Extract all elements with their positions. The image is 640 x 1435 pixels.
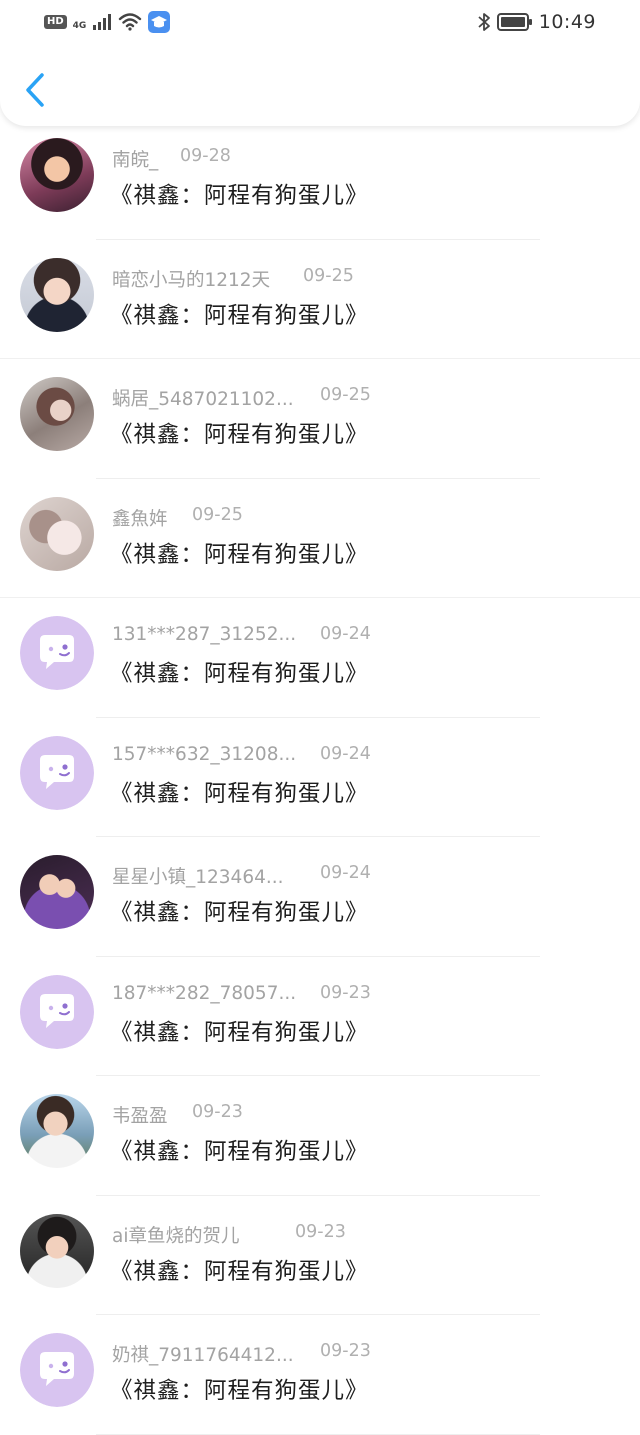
avatar[interactable] [20,257,94,332]
list-item[interactable]: 暗恋小马的1212天 09-25 《祺鑫：阿程有狗蛋儿》 [0,240,640,359]
list-item[interactable]: 南皖_ 09-28 《祺鑫：阿程有狗蛋儿》 [0,120,640,240]
item-meta: 187***282_78057... 09-23 [112,983,382,1009]
row-divider [96,1433,540,1435]
list-item[interactable]: 131***287_31252... 09-24 《祺鑫：阿程有狗蛋儿》 [0,598,640,718]
bluetooth-icon [478,13,490,31]
post-date: 09-24 [320,743,371,764]
post-date: 09-24 [320,863,371,883]
avatar[interactable] [20,855,94,929]
work-title[interactable]: 《祺鑫：阿程有狗蛋儿》 [110,298,369,330]
work-title[interactable]: 《祺鑫：阿程有狗蛋儿》 [110,656,369,688]
hd-badge: HD [44,15,67,29]
avatar[interactable] [20,138,94,212]
post-date: 09-25 [192,504,243,525]
item-meta: 南皖_ 09-28 [112,146,382,172]
work-title[interactable]: 《祺鑫：阿程有狗蛋儿》 [110,537,369,569]
chat-bubble-icon [20,735,94,810]
item-meta: 星星小镇_123464... 09-24 [112,863,382,889]
list-item[interactable]: 奶祺_7911764412... 09-23 《祺鑫：阿程有狗蛋儿》 [0,1315,640,1435]
item-meta: 131***287_31252... 09-24 [112,624,382,650]
chat-bubble-icon [20,1333,94,1407]
item-meta: 蜗居_5487021102... 09-25 [112,385,382,411]
clock-time: 10:49 [538,11,596,33]
user-name[interactable]: 鑫魚姩 [112,505,168,531]
post-date: 09-25 [320,385,371,405]
avatar[interactable] [20,377,94,451]
work-title[interactable]: 《祺鑫：阿程有狗蛋儿》 [110,1015,369,1047]
comment-list: 南皖_ 09-28 《祺鑫：阿程有狗蛋儿》 暗恋小马的1212天 09-25 《祺鑫：阿程… [0,120,640,1435]
item-meta: 157***632_31208... 09-24 [112,744,382,770]
user-name[interactable]: 蜗居_5487021102... [112,385,294,411]
avatar[interactable] [20,1094,94,1168]
item-meta: 韦盈盈 09-23 [112,1102,382,1128]
list-item[interactable]: 韦盈盈 09-23 《祺鑫：阿程有狗蛋儿》 [0,1076,640,1196]
user-name[interactable]: 187***282_78057... [112,983,296,1004]
list-item[interactable]: 鑫魚姩 09-25 《祺鑫：阿程有狗蛋儿》 [0,479,640,598]
status-left: HD 4G [44,11,171,33]
status-bar: HD 4G 10:49 [0,0,640,44]
avatar[interactable] [20,974,94,1049]
user-name[interactable]: 韦盈盈 [112,1102,168,1128]
user-name[interactable]: 131***287_31252... [112,624,296,645]
work-title[interactable]: 《祺鑫：阿程有狗蛋儿》 [110,1254,369,1286]
post-date: 09-23 [320,982,371,1003]
avatar[interactable] [20,1333,94,1407]
item-meta: 奶祺_7911764412... 09-23 [112,1341,382,1367]
avatar[interactable] [20,496,94,571]
work-title[interactable]: 《祺鑫：阿程有狗蛋儿》 [110,417,369,449]
item-meta: ai章鱼烧的贺儿 09-23 [112,1222,382,1248]
user-name[interactable]: 南皖_ [112,146,158,172]
post-date: 09-28 [180,146,231,166]
chevron-left-icon [26,73,44,107]
user-name[interactable]: 暗恋小马的1212天 [112,266,270,292]
chat-bubble-icon [20,616,94,690]
status-right: 10:49 [477,11,596,33]
post-date: 09-23 [192,1102,243,1122]
back-button[interactable] [18,70,52,110]
list-item[interactable]: 187***282_78057... 09-23 《祺鑫：阿程有狗蛋儿》 [0,957,640,1076]
work-title[interactable]: 《祺鑫：阿程有狗蛋儿》 [110,895,369,927]
avatar[interactable] [20,616,94,690]
work-title[interactable]: 《祺鑫：阿程有狗蛋儿》 [110,1373,369,1405]
graduation-cap-icon [148,11,171,33]
network-type-label: 4G [72,21,87,31]
avatar[interactable] [20,1213,94,1288]
item-meta: 鑫魚姩 09-25 [112,505,382,531]
post-date: 09-23 [320,1341,371,1361]
list-item[interactable]: 蜗居_5487021102... 09-25 《祺鑫：阿程有狗蛋儿》 [0,359,640,479]
user-name[interactable]: 奶祺_7911764412... [112,1341,294,1367]
battery-icon [496,13,532,31]
list-item[interactable]: 157***632_31208... 09-24 《祺鑫：阿程有狗蛋儿》 [0,718,640,837]
user-name[interactable]: 157***632_31208... [112,744,296,765]
work-title[interactable]: 《祺鑫：阿程有狗蛋儿》 [110,1134,369,1166]
post-date: 09-25 [303,265,354,286]
list-item[interactable]: 星星小镇_123464... 09-24 《祺鑫：阿程有狗蛋儿》 [0,837,640,957]
post-date: 09-23 [295,1221,346,1242]
work-title[interactable]: 《祺鑫：阿程有狗蛋儿》 [110,178,369,210]
avatar[interactable] [20,735,94,810]
item-meta: 暗恋小马的1212天 09-25 [112,266,382,292]
wifi-icon [119,13,142,31]
post-date: 09-24 [320,624,371,644]
user-name[interactable]: 星星小镇_123464... [112,863,284,889]
user-name[interactable]: ai章鱼烧的贺儿 [112,1222,239,1248]
work-title[interactable]: 《祺鑫：阿程有狗蛋儿》 [110,776,369,808]
list-item[interactable]: ai章鱼烧的贺儿 09-23 《祺鑫：阿程有狗蛋儿》 [0,1196,640,1315]
cellular-signal-icon [93,14,112,30]
chat-bubble-icon [20,974,94,1049]
